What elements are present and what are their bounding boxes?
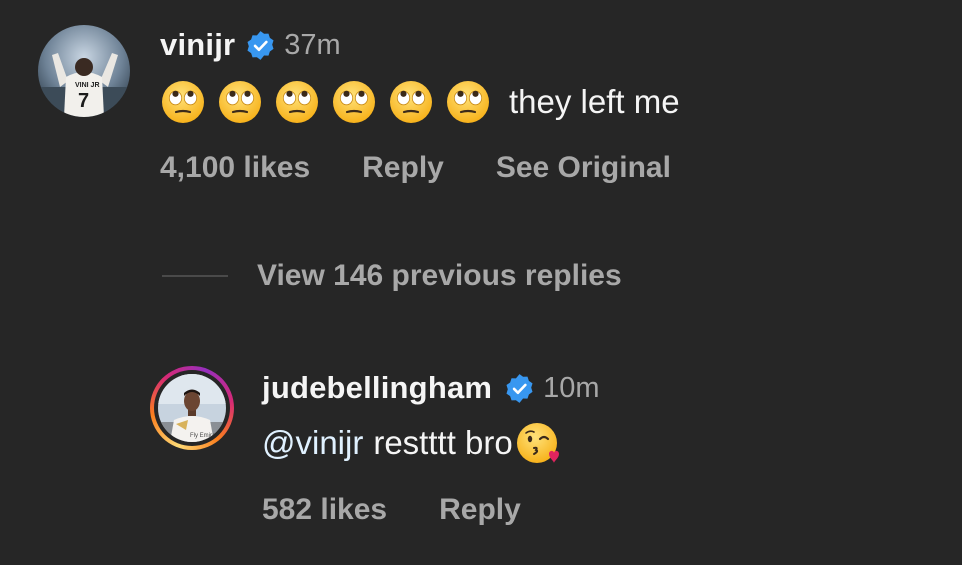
timestamp: 10m [543, 371, 600, 404]
username[interactable]: vinijr [160, 27, 235, 63]
username[interactable]: judebellingham [262, 370, 492, 406]
comment-text: they left me [509, 83, 680, 120]
see-original-button[interactable]: See Original [496, 151, 671, 185]
svg-text:7: 7 [78, 90, 89, 112]
comment-text: restttt bro [373, 424, 513, 461]
comment-actions: 4,100 likes Reply See Original [160, 148, 671, 188]
face-with-rolling-eyes-icon [219, 81, 261, 123]
avatar[interactable]: Fly Emirates [158, 374, 226, 442]
comment-header: vinijr 37m [160, 24, 341, 66]
avatar[interactable]: 7 VINI JR [38, 25, 130, 117]
view-replies-label: View 146 previous replies [257, 259, 622, 292]
face-with-rolling-eyes-icon [333, 81, 375, 123]
reply-button[interactable]: Reply [362, 151, 444, 185]
story-ring[interactable]: Fly Emirates [150, 366, 234, 450]
face-with-rolling-eyes-icon [276, 81, 318, 123]
comment-actions: 582 likes Reply [262, 490, 521, 530]
comment-header: judebellingham 10m [262, 366, 600, 410]
view-previous-replies-button[interactable]: View 146 previous replies [162, 256, 622, 296]
replies-divider [162, 275, 228, 277]
story-ring-gap: Fly Emirates [154, 370, 230, 446]
comment-body: they left me [160, 78, 680, 126]
verified-badge-icon [506, 373, 533, 403]
likes-count[interactable]: 582 likes [262, 493, 387, 527]
face-with-rolling-eyes-icon [162, 81, 204, 123]
timestamp: 37m [284, 28, 341, 61]
face-with-rolling-eyes-icon [447, 81, 489, 123]
svg-text:Fly Emirates: Fly Emirates [190, 433, 223, 439]
reply-button[interactable]: Reply [439, 493, 521, 527]
svg-text:VINI JR: VINI JR [75, 82, 100, 89]
verified-badge-icon [247, 30, 274, 60]
comment-thread: 7 VINI JR vinijr 37m they left me 4,100 … [0, 0, 962, 565]
comment-body: @vinijr restttt bro [262, 420, 561, 466]
likes-count[interactable]: 4,100 likes [160, 151, 310, 185]
emoji-row [160, 79, 502, 125]
mention-link[interactable]: @vinijr [262, 424, 363, 462]
face-blowing-a-kiss-icon [516, 423, 559, 463]
face-with-rolling-eyes-icon [390, 81, 432, 123]
